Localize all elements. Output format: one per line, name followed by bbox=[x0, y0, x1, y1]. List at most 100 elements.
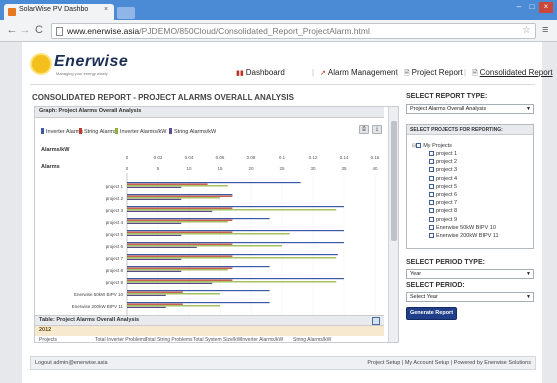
scrollbar-thumb[interactable] bbox=[391, 121, 397, 241]
checkbox[interactable] bbox=[429, 208, 434, 214]
enerwise-logo[interactable]: Enerwise Managing your energy wisely bbox=[32, 53, 142, 77]
back-arrow-icon[interactable]: ← bbox=[6, 23, 18, 37]
logo-text: Enerwise bbox=[54, 53, 129, 70]
table-column-header[interactable]: Inverter Alarms/kW bbox=[241, 337, 283, 342]
bar bbox=[127, 266, 270, 268]
bottom-tick-label: 5 bbox=[157, 166, 160, 171]
category-label: project 3 bbox=[106, 208, 124, 213]
checkbox[interactable] bbox=[429, 151, 434, 156]
project-checkbox-item[interactable]: project 4 bbox=[429, 175, 458, 182]
project-checkbox-item[interactable]: project 6 bbox=[429, 192, 457, 198]
checkbox[interactable] bbox=[429, 233, 434, 238]
checkbox[interactable] bbox=[429, 200, 434, 206]
bottom-tick-label: 30 bbox=[310, 166, 316, 171]
new-tab-button[interactable] bbox=[117, 7, 135, 19]
project-checkbox-item[interactable]: Enerwise 50kW BIPV 10 bbox=[429, 224, 496, 231]
minimize-button[interactable]: – bbox=[513, 2, 525, 13]
bar bbox=[127, 290, 270, 292]
table-column-header[interactable]: Total Inverter Problems bbox=[95, 337, 146, 342]
document-icon: 🗎 bbox=[404, 70, 410, 77]
page-background: Enerwise Managing your energy wisely ▮▮ D… bbox=[0, 42, 557, 383]
url-text[interactable]: www.enerwise.asia/PJDEMO/850Cloud/Consol… bbox=[67, 26, 370, 36]
tab-close-icon[interactable]: × bbox=[104, 6, 108, 13]
page-icon bbox=[56, 27, 63, 36]
top-tick-label: 0.14 bbox=[340, 155, 349, 160]
checkbox[interactable] bbox=[429, 159, 434, 165]
tree-root-my-projects[interactable]: ⊟ My Projects bbox=[412, 143, 452, 149]
report-type-select[interactable]: Project Alarms Overall Analysis ▼ bbox=[406, 104, 534, 114]
reload-icon[interactable]: C bbox=[33, 23, 45, 37]
table-header: Table: Project Alarms Overall Analysis bbox=[35, 315, 384, 326]
nav-consolidated-report[interactable]: 🗎 Consolidated Report bbox=[472, 68, 553, 80]
checkbox[interactable] bbox=[416, 143, 422, 148]
window-close-button[interactable]: × bbox=[539, 2, 553, 13]
bar bbox=[127, 281, 337, 283]
nav-dashboard[interactable]: ▮▮ Dashboard bbox=[236, 68, 285, 77]
period-label: SELECT PERIOD: bbox=[406, 282, 465, 289]
checkbox[interactable] bbox=[429, 183, 434, 189]
project-checkbox-item[interactable]: Enerwise 200kW BIPV 11 bbox=[429, 233, 499, 239]
legend-item[interactable]: Inverter Alarms bbox=[41, 128, 83, 135]
bar bbox=[127, 207, 233, 209]
bar bbox=[127, 242, 344, 244]
nav-separator: | bbox=[464, 68, 467, 77]
project-checkbox-item[interactable]: project 8 bbox=[429, 208, 457, 214]
table-column-header[interactable]: Projects bbox=[39, 337, 57, 342]
table-header-label: Table: Project Alarms Overall Analysis bbox=[39, 317, 140, 323]
project-label: project 9 bbox=[436, 216, 458, 223]
period-type-select[interactable]: Year ▼ bbox=[406, 269, 534, 279]
nav-alarm-management[interactable]: ↗ Alarm Management bbox=[320, 68, 398, 77]
table-column-header[interactable]: Total String Problems bbox=[145, 337, 193, 342]
download-chart-button[interactable]: ⤓ bbox=[372, 125, 382, 134]
table-column-header[interactable]: String Alarms/kW bbox=[293, 337, 331, 342]
legend-item[interactable]: String Alarms bbox=[79, 128, 117, 135]
nav-project-report[interactable]: 🗎 Project Report bbox=[404, 68, 463, 80]
period-select[interactable]: Select Year ▼ bbox=[406, 292, 534, 302]
bar bbox=[127, 254, 338, 256]
logout-link[interactable]: Logout admin@enerwise.asia bbox=[35, 360, 108, 366]
table-column-header[interactable]: Total System Size/kW bbox=[193, 337, 241, 342]
print-chart-button[interactable]: ⎙ bbox=[359, 125, 369, 134]
projects-header: SELECT PROJECTS FOR REPORTING: bbox=[407, 125, 533, 135]
bookmark-star-icon[interactable]: ☆ bbox=[522, 25, 531, 36]
report-type-label: SELECT REPORT TYPE: bbox=[406, 93, 488, 100]
legend-item[interactable]: Inverter Alarms/kW bbox=[115, 128, 166, 135]
bar bbox=[127, 218, 270, 220]
project-checkbox-item[interactable]: project 5 bbox=[429, 183, 457, 190]
project-checkbox-item[interactable]: project 7 bbox=[429, 200, 457, 206]
project-label: project 2 bbox=[436, 159, 458, 166]
address-bar[interactable]: www.enerwise.asia/PJDEMO/850Cloud/Consol… bbox=[51, 23, 536, 39]
browser-toolbar: ← → C www.enerwise.asia/PJDEMO/850Cloud/… bbox=[0, 20, 557, 42]
bar bbox=[127, 305, 220, 307]
checkbox[interactable] bbox=[429, 167, 434, 173]
document-icon: 🗎 bbox=[472, 70, 478, 77]
nav-alarm-management-label: Alarm Management bbox=[327, 68, 398, 77]
project-label: project 4 bbox=[436, 175, 458, 182]
content-scrollbar[interactable] bbox=[388, 107, 398, 342]
footer-links[interactable]: Project Setup | My Account Setup | Power… bbox=[367, 360, 531, 366]
checkbox[interactable] bbox=[429, 175, 434, 181]
bar bbox=[127, 183, 208, 185]
checkbox[interactable] bbox=[429, 216, 434, 222]
project-checkbox-item[interactable]: project 2 bbox=[429, 159, 457, 165]
forward-arrow-icon[interactable]: → bbox=[19, 23, 31, 37]
checkbox[interactable] bbox=[429, 224, 434, 230]
browser-menu-icon[interactable]: ≡ bbox=[542, 24, 548, 36]
project-checkbox-item[interactable]: project 1 bbox=[429, 151, 457, 157]
table-column-headers: Projects Total Inverter Problems Total Str… bbox=[35, 336, 384, 342]
bottom-tick-label: 35 bbox=[341, 166, 347, 171]
maximize-button[interactable]: □ bbox=[526, 2, 538, 13]
legend-swatch bbox=[115, 128, 118, 134]
browser-tab[interactable]: SolarWise PV Dashbo × bbox=[4, 4, 114, 20]
bar bbox=[127, 246, 197, 248]
project-checkbox-item[interactable]: project 9 bbox=[429, 216, 458, 223]
checkbox[interactable] bbox=[429, 192, 434, 197]
category-label: project 1 bbox=[106, 184, 124, 189]
bar bbox=[127, 255, 233, 257]
project-checkbox-item[interactable]: project 3 bbox=[429, 167, 457, 173]
generate-report-button[interactable]: Generate Report bbox=[406, 307, 457, 320]
project-label: Enerwise 200kW BIPV 11 bbox=[436, 233, 499, 239]
table-year-row: 2012 bbox=[35, 326, 384, 336]
save-icon[interactable] bbox=[372, 317, 380, 325]
legend-item[interactable]: String Alarms/kW bbox=[169, 128, 216, 135]
